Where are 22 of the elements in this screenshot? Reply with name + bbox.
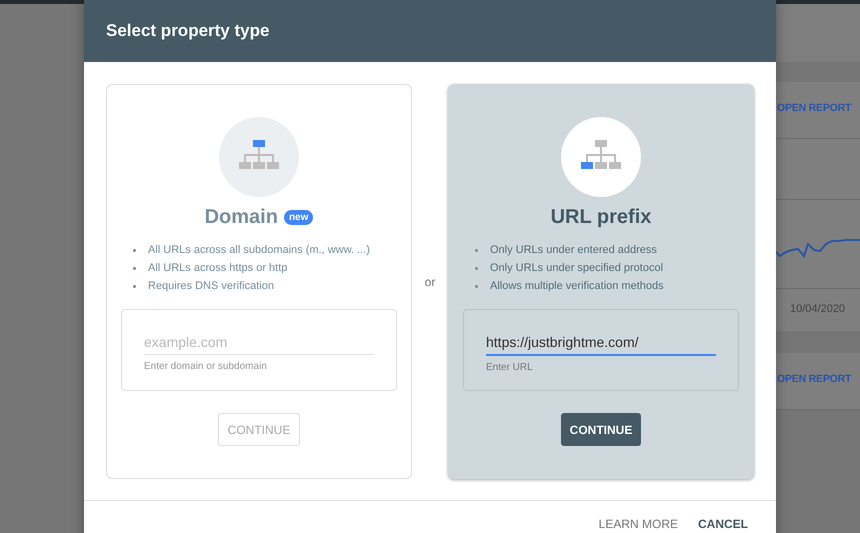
helper-text: Enter URL xyxy=(486,362,534,373)
cancel-button[interactable]: CANCEL xyxy=(690,515,756,533)
feature-item: Only URLs under specified protocol xyxy=(475,259,739,277)
dialog-title: Select property type xyxy=(106,21,270,41)
option-title: Domain xyxy=(204,206,278,228)
input-field[interactable]: https://justbrightme.com/ xyxy=(486,330,716,356)
helper-text: Enter domain or subdomain xyxy=(144,361,268,372)
continue-button[interactable]: CONTINUE xyxy=(560,413,642,446)
feature-item: All URLs across all subdomains (m., www. ...) xyxy=(133,241,397,259)
property-option-card[interactable]: URL prefix Only URLs under entered address Only URLs under specified protocol Allows multiple verification methods https://justbrightme.com/ Enter URL CONTINUE xyxy=(448,84,754,479)
feature-item: Requires DNS verification xyxy=(133,277,397,295)
text-field[interactable]: example.com Enter domain or subdomain xyxy=(121,309,397,391)
or-label: or xyxy=(424,274,436,288)
new-badge: new xyxy=(284,210,314,224)
feature-item: Allows multiple verification methods xyxy=(475,277,739,295)
feature-item: Only URLs under entered address xyxy=(475,241,739,259)
text-field[interactable]: https://justbrightme.com/ Enter URL xyxy=(463,309,739,391)
feature-item: All URLs across https or http xyxy=(133,259,397,277)
option-title: URL prefix xyxy=(550,206,652,228)
input-field[interactable]: example.com xyxy=(144,330,374,355)
date-label: 10/04/2020 xyxy=(790,303,846,317)
learn-more-button[interactable]: LEARN MORE xyxy=(590,515,686,533)
